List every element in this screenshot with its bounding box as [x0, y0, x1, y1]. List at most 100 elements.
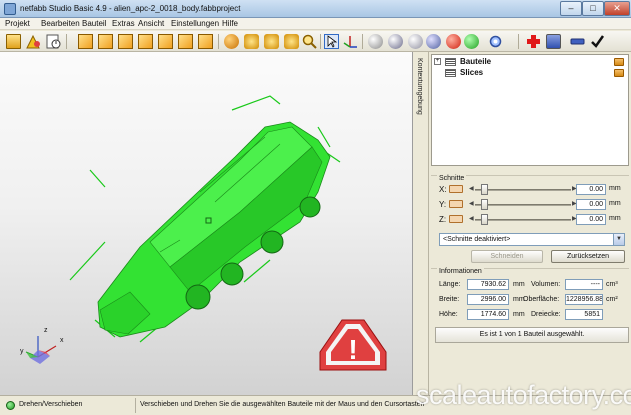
volume-value: ----: [565, 279, 603, 290]
menu-einstellungen[interactable]: Einstellungen: [171, 19, 219, 28]
apply-repair-icon[interactable]: [546, 34, 561, 49]
palette-icon[interactable]: [224, 34, 239, 49]
axis-label: X:: [439, 185, 447, 194]
fit-view-icon[interactable]: [244, 34, 259, 49]
menu-bearbeiten[interactable]: Bearbeiten: [41, 19, 80, 28]
slice-x-input[interactable]: 0.00: [576, 184, 606, 195]
triangles-label: Dreiecke:: [531, 311, 561, 318]
slice-color-swatch[interactable]: [449, 200, 463, 208]
menu-bauteil[interactable]: Bauteil: [82, 19, 106, 28]
view-right-icon[interactable]: [138, 34, 153, 49]
view-bottom-icon[interactable]: [178, 34, 193, 49]
folder-icon[interactable]: [614, 69, 624, 77]
height-label: Höhe:: [439, 311, 458, 318]
3d-viewport[interactable]: z x y !: [0, 52, 413, 395]
surface-value: 1228956.88: [565, 294, 603, 305]
menu-projekt[interactable]: Projekt: [5, 19, 30, 28]
close-button[interactable]: ✕: [604, 1, 630, 16]
select-cursor-icon[interactable]: [324, 34, 339, 49]
tree-item-label: Slices: [460, 68, 484, 77]
history-icon[interactable]: [46, 34, 61, 49]
info-title: Informationen: [437, 268, 484, 275]
slice-slider-track[interactable]: [475, 219, 571, 221]
shapes-icon[interactable]: [26, 34, 41, 49]
axis-label: Z:: [439, 215, 447, 224]
open-folder-icon[interactable]: [6, 34, 21, 49]
axis-label-z: z: [44, 327, 48, 334]
status-divider: [135, 398, 136, 413]
view-left-icon[interactable]: [118, 34, 133, 49]
checkmark-icon[interactable]: [590, 34, 605, 49]
slice-color-swatch[interactable]: [449, 215, 463, 223]
zoom-all-icon[interactable]: [284, 34, 299, 49]
height-unit: mm: [513, 311, 525, 318]
slice-mode-select[interactable]: <Schnitte deaktiviert> ▼: [439, 233, 625, 246]
folder-icon[interactable]: [614, 58, 624, 66]
toolbar-separator: [218, 34, 219, 49]
list-icon: [445, 58, 456, 66]
settings-icon[interactable]: [488, 34, 503, 49]
minimize-button[interactable]: –: [560, 1, 582, 16]
cut-button[interactable]: Schneiden: [471, 250, 543, 263]
menu-ansicht[interactable]: Ansicht: [138, 19, 164, 28]
slice-mode-value: <Schnitte deaktiviert>: [443, 236, 511, 243]
measure-sphere-icon[interactable]: [368, 34, 383, 49]
slice-slider-thumb[interactable]: [481, 214, 488, 225]
right-panel: + Bauteile Slices Schnitte X: ◀ ▶ 0.00 m…: [429, 52, 631, 395]
chevron-down-icon[interactable]: ▼: [613, 234, 624, 245]
window-title: netfabb Studio Basic 4.9 - alien_apc-2_0…: [20, 4, 241, 13]
repair-cross-icon[interactable]: [526, 34, 541, 49]
unit-label: mm: [609, 185, 621, 192]
menu-hilfe[interactable]: Hilfe: [222, 19, 238, 28]
slice-slider-track[interactable]: [475, 204, 571, 206]
slider-left-arrow-icon[interactable]: ◀: [469, 215, 474, 222]
view-front-icon[interactable]: [78, 34, 93, 49]
status-indicator-icon: [6, 401, 15, 410]
color-part-icon[interactable]: [446, 34, 461, 49]
slices-title: Schnitte: [437, 175, 467, 182]
maximize-button[interactable]: □: [582, 1, 604, 16]
title-bar: netfabb Studio Basic 4.9 - alien_apc-2_0…: [0, 0, 631, 18]
context-tab[interactable]: Kontextumgebung: [413, 52, 429, 395]
minus-icon[interactable]: [570, 34, 585, 49]
texture-icon[interactable]: [426, 34, 441, 49]
slice-slider-thumb[interactable]: [481, 184, 488, 195]
expand-icon[interactable]: +: [434, 58, 441, 65]
slice-y-input[interactable]: 0.00: [576, 199, 606, 210]
triangles-value: 5851: [565, 309, 603, 320]
slice-color-swatch[interactable]: [449, 185, 463, 193]
render-icon[interactable]: [464, 34, 479, 49]
status-hint: Verschieben und Drehen Sie die ausgewähl…: [140, 401, 425, 408]
zoom-window-icon[interactable]: [264, 34, 279, 49]
axis-gizmo: [25, 336, 57, 364]
menu-bar: Projekt Bearbeiten Bauteil Extras Ansich…: [0, 18, 631, 30]
slider-left-arrow-icon[interactable]: ◀: [469, 185, 474, 192]
slice-z-input[interactable]: 0.00: [576, 214, 606, 225]
list-icon: [445, 69, 456, 77]
length-unit: mm: [513, 281, 525, 288]
menu-extras[interactable]: Extras: [112, 19, 135, 28]
slice-slider-thumb[interactable]: [481, 199, 488, 210]
rotate-axes-icon[interactable]: [343, 34, 358, 49]
selection-status: Es ist 1 von 1 Bauteil ausgewählt.: [435, 327, 629, 343]
height-value: 1774.60: [467, 309, 509, 320]
view-back-icon[interactable]: [98, 34, 113, 49]
info-group: Informationen Länge: 7930.62 mm Breite: …: [431, 268, 629, 364]
toolbar: [0, 31, 631, 52]
view-top-icon[interactable]: [158, 34, 173, 49]
shade-sphere-icon[interactable]: [388, 34, 403, 49]
slice-slider-track[interactable]: [475, 189, 571, 191]
zoom-icon[interactable]: [302, 34, 317, 49]
slice-row-y: Y: ◀ ▶ 0.00 mm: [431, 199, 629, 211]
unit-label: mm: [609, 200, 621, 207]
slices-group: Schnitte X: ◀ ▶ 0.00 mm Y: ◀ ▶ 0.00 mm Z…: [431, 175, 629, 269]
wireframe-icon[interactable]: [408, 34, 423, 49]
watermark: scaleautofactory.com: [416, 380, 631, 410]
axis-label-y: y: [20, 348, 24, 355]
axis-label-x: x: [60, 337, 64, 344]
slider-left-arrow-icon[interactable]: ◀: [469, 200, 474, 207]
view-perspective-icon[interactable]: [198, 34, 213, 49]
reset-button[interactable]: Zurücksetzen: [551, 250, 625, 263]
project-tree: + Bauteile Slices: [431, 54, 629, 166]
warning-glyph: !: [348, 334, 358, 365]
